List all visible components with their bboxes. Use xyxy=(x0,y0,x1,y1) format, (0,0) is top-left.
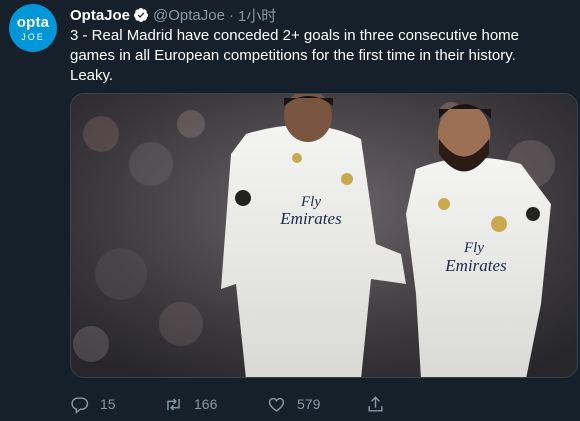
reply-count: 15 xyxy=(100,396,116,412)
tweet-text-line: 3 - Real Madrid have conceded 2+ goals i… xyxy=(70,27,520,44)
photo-illustration: Fly Emirates Fly Emirates xyxy=(71,94,577,377)
retweet-count: 166 xyxy=(194,396,218,412)
tweet-text-line: Leaky. xyxy=(70,67,114,84)
tweet-text-line: games in all European competitions for t… xyxy=(70,47,516,64)
timestamp[interactable]: 1小时 xyxy=(238,5,276,26)
avatar-text-opta: opta xyxy=(16,13,50,31)
tweet-header: OptaJoe @OptaJoe · 1小时 xyxy=(70,5,276,25)
reply-icon xyxy=(71,396,89,414)
retweet-button[interactable]: 166 xyxy=(164,395,217,414)
like-count: 579 xyxy=(297,396,321,412)
separator-dot: · xyxy=(228,6,234,24)
author-handle[interactable]: @OptaJoe xyxy=(153,7,225,24)
shirt-sponsor-right-2: Emirates xyxy=(444,256,507,275)
shirt-sponsor-left-1: Fly xyxy=(300,194,321,210)
verified-badge-icon xyxy=(134,8,149,22)
tweet[interactable]: opta JOE OptaJoe @OptaJoe · 1小时 3 - Real… xyxy=(0,0,580,421)
tweet-photo[interactable]: Fly Emirates Fly Emirates xyxy=(70,93,578,378)
tweet-actions: 15 166 579 xyxy=(70,394,383,414)
share-button[interactable] xyxy=(366,395,385,414)
heart-icon xyxy=(268,397,285,412)
author-name[interactable]: OptaJoe xyxy=(70,7,130,24)
retweet-icon xyxy=(167,397,180,411)
share-icon xyxy=(368,395,383,412)
shirt-sponsor-right-1: Fly xyxy=(463,240,484,256)
tweet-text: 3 - Real Madrid have conceded 2+ goals i… xyxy=(70,26,570,86)
shirt-sponsor-left-2: Emirates xyxy=(279,209,342,228)
like-button[interactable]: 579 xyxy=(267,395,320,414)
avatar-text-joe: JOE xyxy=(21,31,45,42)
avatar[interactable]: opta JOE xyxy=(9,4,57,52)
reply-button[interactable]: 15 xyxy=(70,395,116,414)
